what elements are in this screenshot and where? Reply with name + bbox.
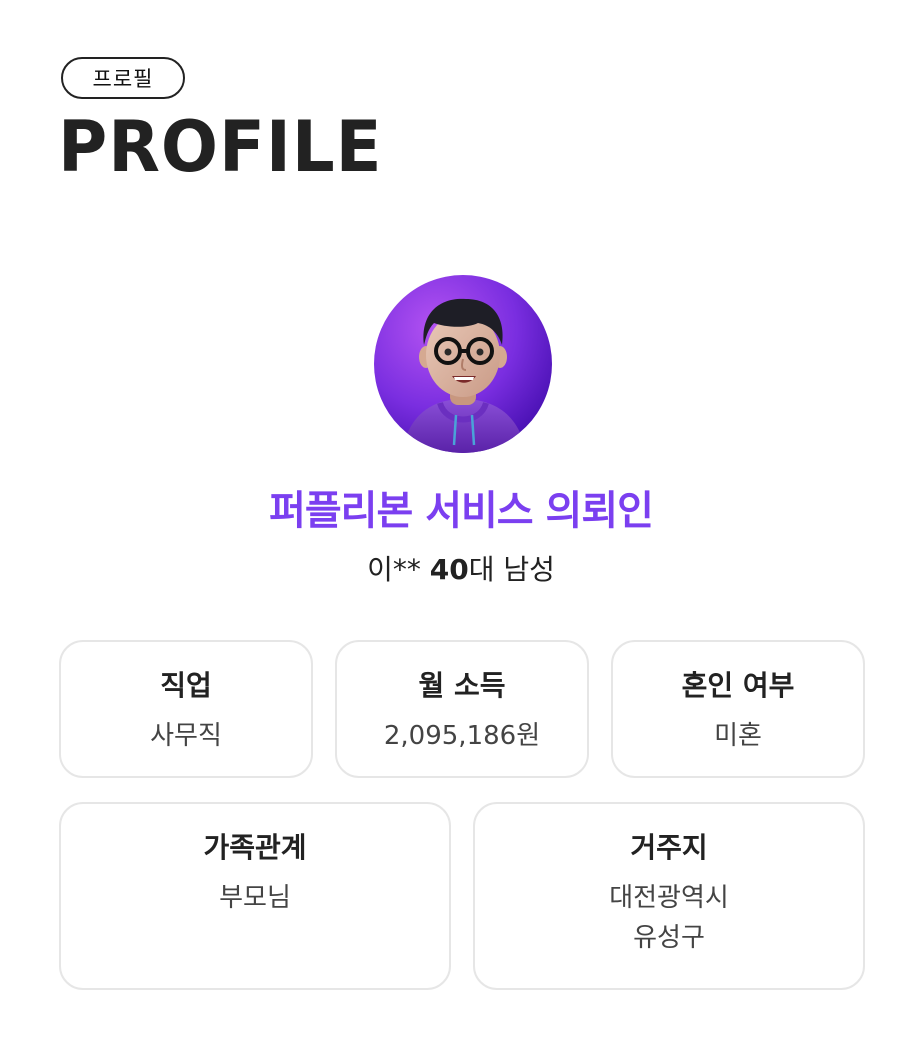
residence-city: 대전광역시 — [609, 883, 729, 913]
avatar — [374, 275, 552, 453]
income-label: 월 소득 — [418, 669, 506, 702]
residence-district: 유성구 — [633, 923, 705, 953]
income-value: 2,095,186원 — [383, 721, 541, 751]
client-name: 퍼플리본 서비스 의뢰인 — [269, 488, 654, 534]
family-card: 가족관계 부모님 — [59, 802, 451, 990]
family-label: 가족관계 — [203, 831, 307, 864]
marriage-value: 미혼 — [714, 721, 762, 751]
page-title: PROFILE — [58, 106, 383, 188]
residence-value: 대전광역시 유성구 — [475, 878, 863, 958]
job-label: 직업 — [160, 669, 212, 702]
age-suffix: 대 — [468, 553, 495, 586]
residence-card: 거주지 대전광역시 유성구 — [473, 802, 865, 990]
client-summary: 이** 40대 남성 — [0, 548, 900, 588]
job-value: 사무직 — [150, 721, 222, 751]
income-card: 월 소득 2,095,186원 — [335, 640, 589, 778]
profile-tag: 프로필 — [61, 57, 185, 99]
gender: 남성 — [503, 553, 555, 586]
residence-label: 거주지 — [630, 831, 708, 864]
job-card: 직업 사무직 — [59, 640, 313, 778]
age-number: 40 — [429, 553, 469, 586]
marriage-card: 혼인 여부 미혼 — [611, 640, 865, 778]
marriage-label: 혼인 여부 — [681, 669, 795, 702]
family-value: 부모님 — [219, 883, 291, 913]
avatar-illustration-icon — [374, 275, 552, 453]
masked-name: 이** — [367, 553, 421, 586]
